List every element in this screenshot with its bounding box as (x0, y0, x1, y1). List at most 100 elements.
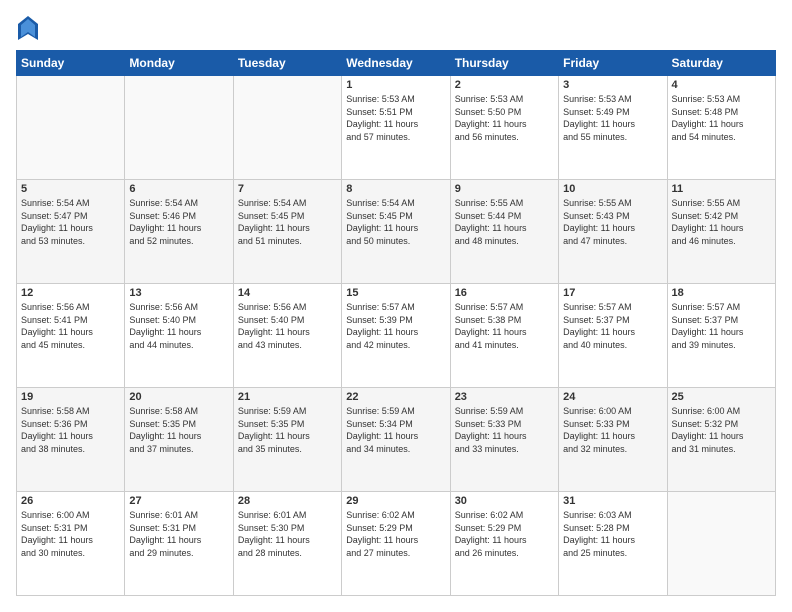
calendar-week-row: 5 Sunrise: 5:54 AM Sunset: 5:47 PM Daylig… (17, 180, 776, 284)
calendar-cell: 18 Sunrise: 5:57 AM Sunset: 5:37 PM Dayli… (667, 284, 775, 388)
logo (16, 16, 44, 40)
day-info: Sunrise: 6:02 AM Sunset: 5:29 PM Dayligh… (455, 509, 554, 559)
calendar-cell: 3 Sunrise: 5:53 AM Sunset: 5:49 PM Daylig… (559, 76, 667, 180)
day-number: 3 (563, 79, 662, 91)
calendar-header-row: SundayMondayTuesdayWednesdayThursdayFrid… (17, 51, 776, 76)
calendar-week-row: 26 Sunrise: 6:00 AM Sunset: 5:31 PM Dayli… (17, 492, 776, 596)
calendar-cell (233, 76, 341, 180)
day-number: 27 (129, 495, 228, 507)
calendar-cell: 6Sunrise: 5:54 AM Sunset: 5:46 PM Daylig… (125, 180, 233, 284)
calendar-cell: 23Sunrise: 5:59 AM Sunset: 5:33 PM Dayli… (450, 388, 558, 492)
calendar-cell: 30 Sunrise: 6:02 AM Sunset: 5:29 PM Dayli… (450, 492, 558, 596)
calendar-cell: 16Sunrise: 5:57 AM Sunset: 5:38 PM Dayli… (450, 284, 558, 388)
day-number: 1 (346, 79, 445, 91)
day-number: 6 (129, 183, 228, 195)
calendar-cell: 7Sunrise: 5:54 AM Sunset: 5:45 PM Daylig… (233, 180, 341, 284)
calendar-cell (125, 76, 233, 180)
day-number: 24 (563, 391, 662, 403)
day-info: Sunrise: 5:53 AM Sunset: 5:50 PM Dayligh… (455, 93, 554, 143)
day-number: 18 (672, 287, 771, 299)
day-number: 26 (21, 495, 120, 507)
day-number: 9 (455, 183, 554, 195)
day-number: 16 (455, 287, 554, 299)
calendar-cell: 15 Sunrise: 5:57 AM Sunset: 5:39 PM Dayli… (342, 284, 450, 388)
day-info: Sunrise: 5:53 AM Sunset: 5:51 PM Dayligh… (346, 93, 445, 143)
calendar-cell: 29Sunrise: 6:02 AM Sunset: 5:29 PM Dayli… (342, 492, 450, 596)
day-info: Sunrise: 5:55 AM Sunset: 5:43 PM Dayligh… (563, 197, 662, 247)
calendar-cell (667, 492, 775, 596)
day-info: Sunrise: 5:57 AM Sunset: 5:37 PM Dayligh… (672, 301, 771, 351)
calendar-table: SundayMondayTuesdayWednesdayThursdayFrid… (16, 50, 776, 596)
calendar-cell: 14Sunrise: 5:56 AM Sunset: 5:40 PM Dayli… (233, 284, 341, 388)
day-number: 2 (455, 79, 554, 91)
day-info: Sunrise: 6:00 AM Sunset: 5:33 PM Dayligh… (563, 405, 662, 455)
calendar-day-header: Wednesday (342, 51, 450, 76)
calendar-cell: 22 Sunrise: 5:59 AM Sunset: 5:34 PM Dayli… (342, 388, 450, 492)
calendar-cell: 31 Sunrise: 6:03 AM Sunset: 5:28 PM Dayli… (559, 492, 667, 596)
day-info: Sunrise: 5:55 AM Sunset: 5:44 PM Dayligh… (455, 197, 554, 247)
day-number: 13 (129, 287, 228, 299)
day-number: 12 (21, 287, 120, 299)
calendar-day-header: Tuesday (233, 51, 341, 76)
page: SundayMondayTuesdayWednesdayThursdayFrid… (0, 0, 792, 612)
calendar-week-row: 1 Sunrise: 5:53 AM Sunset: 5:51 PM Daylig… (17, 76, 776, 180)
calendar-cell (17, 76, 125, 180)
calendar-cell: 9 Sunrise: 5:55 AM Sunset: 5:44 PM Daylig… (450, 180, 558, 284)
day-info: Sunrise: 5:53 AM Sunset: 5:48 PM Dayligh… (672, 93, 771, 143)
calendar-cell: 13Sunrise: 5:56 AM Sunset: 5:40 PM Dayli… (125, 284, 233, 388)
day-number: 30 (455, 495, 554, 507)
calendar-cell: 5 Sunrise: 5:54 AM Sunset: 5:47 PM Daylig… (17, 180, 125, 284)
day-number: 17 (563, 287, 662, 299)
day-info: Sunrise: 5:59 AM Sunset: 5:33 PM Dayligh… (455, 405, 554, 455)
calendar-cell: 19 Sunrise: 5:58 AM Sunset: 5:36 PM Dayli… (17, 388, 125, 492)
day-number: 8 (346, 183, 445, 195)
day-info: Sunrise: 6:01 AM Sunset: 5:30 PM Dayligh… (238, 509, 337, 559)
calendar-cell: 20 Sunrise: 5:58 AM Sunset: 5:35 PM Dayli… (125, 388, 233, 492)
day-info: Sunrise: 6:01 AM Sunset: 5:31 PM Dayligh… (129, 509, 228, 559)
day-info: Sunrise: 6:03 AM Sunset: 5:28 PM Dayligh… (563, 509, 662, 559)
day-info: Sunrise: 5:53 AM Sunset: 5:49 PM Dayligh… (563, 93, 662, 143)
calendar-cell: 24 Sunrise: 6:00 AM Sunset: 5:33 PM Dayli… (559, 388, 667, 492)
calendar-cell: 28 Sunrise: 6:01 AM Sunset: 5:30 PM Dayli… (233, 492, 341, 596)
header (16, 16, 776, 40)
day-info: Sunrise: 5:57 AM Sunset: 5:37 PM Dayligh… (563, 301, 662, 351)
calendar-cell: 17 Sunrise: 5:57 AM Sunset: 5:37 PM Dayli… (559, 284, 667, 388)
calendar-cell: 4 Sunrise: 5:53 AM Sunset: 5:48 PM Daylig… (667, 76, 775, 180)
calendar-week-row: 19 Sunrise: 5:58 AM Sunset: 5:36 PM Dayli… (17, 388, 776, 492)
day-number: 22 (346, 391, 445, 403)
day-number: 25 (672, 391, 771, 403)
calendar-cell: 27 Sunrise: 6:01 AM Sunset: 5:31 PM Dayli… (125, 492, 233, 596)
logo-icon (18, 16, 38, 40)
calendar-cell: 26 Sunrise: 6:00 AM Sunset: 5:31 PM Dayli… (17, 492, 125, 596)
calendar-day-header: Monday (125, 51, 233, 76)
day-number: 28 (238, 495, 337, 507)
day-info: Sunrise: 5:55 AM Sunset: 5:42 PM Dayligh… (672, 197, 771, 247)
calendar-cell: 10 Sunrise: 5:55 AM Sunset: 5:43 PM Dayli… (559, 180, 667, 284)
day-info: Sunrise: 6:00 AM Sunset: 5:31 PM Dayligh… (21, 509, 120, 559)
day-number: 10 (563, 183, 662, 195)
day-number: 11 (672, 183, 771, 195)
calendar-cell: 11 Sunrise: 5:55 AM Sunset: 5:42 PM Dayli… (667, 180, 775, 284)
day-number: 19 (21, 391, 120, 403)
day-info: Sunrise: 5:56 AM Sunset: 5:41 PM Dayligh… (21, 301, 120, 351)
day-info: Sunrise: 5:57 AM Sunset: 5:39 PM Dayligh… (346, 301, 445, 351)
calendar-cell: 25Sunrise: 6:00 AM Sunset: 5:32 PM Dayli… (667, 388, 775, 492)
day-info: Sunrise: 5:54 AM Sunset: 5:45 PM Dayligh… (238, 197, 337, 247)
calendar-day-header: Thursday (450, 51, 558, 76)
calendar-week-row: 12 Sunrise: 5:56 AM Sunset: 5:41 PM Dayli… (17, 284, 776, 388)
day-info: Sunrise: 5:58 AM Sunset: 5:36 PM Dayligh… (21, 405, 120, 455)
day-info: Sunrise: 5:59 AM Sunset: 5:34 PM Dayligh… (346, 405, 445, 455)
calendar-cell: 2 Sunrise: 5:53 AM Sunset: 5:50 PM Daylig… (450, 76, 558, 180)
day-number: 31 (563, 495, 662, 507)
day-number: 5 (21, 183, 120, 195)
day-number: 15 (346, 287, 445, 299)
day-info: Sunrise: 5:59 AM Sunset: 5:35 PM Dayligh… (238, 405, 337, 455)
calendar-cell: 8Sunrise: 5:54 AM Sunset: 5:45 PM Daylig… (342, 180, 450, 284)
day-info: Sunrise: 5:56 AM Sunset: 5:40 PM Dayligh… (238, 301, 337, 351)
calendar-day-header: Sunday (17, 51, 125, 76)
day-number: 4 (672, 79, 771, 91)
day-info: Sunrise: 5:58 AM Sunset: 5:35 PM Dayligh… (129, 405, 228, 455)
day-number: 20 (129, 391, 228, 403)
day-info: Sunrise: 5:54 AM Sunset: 5:47 PM Dayligh… (21, 197, 120, 247)
calendar-day-header: Saturday (667, 51, 775, 76)
